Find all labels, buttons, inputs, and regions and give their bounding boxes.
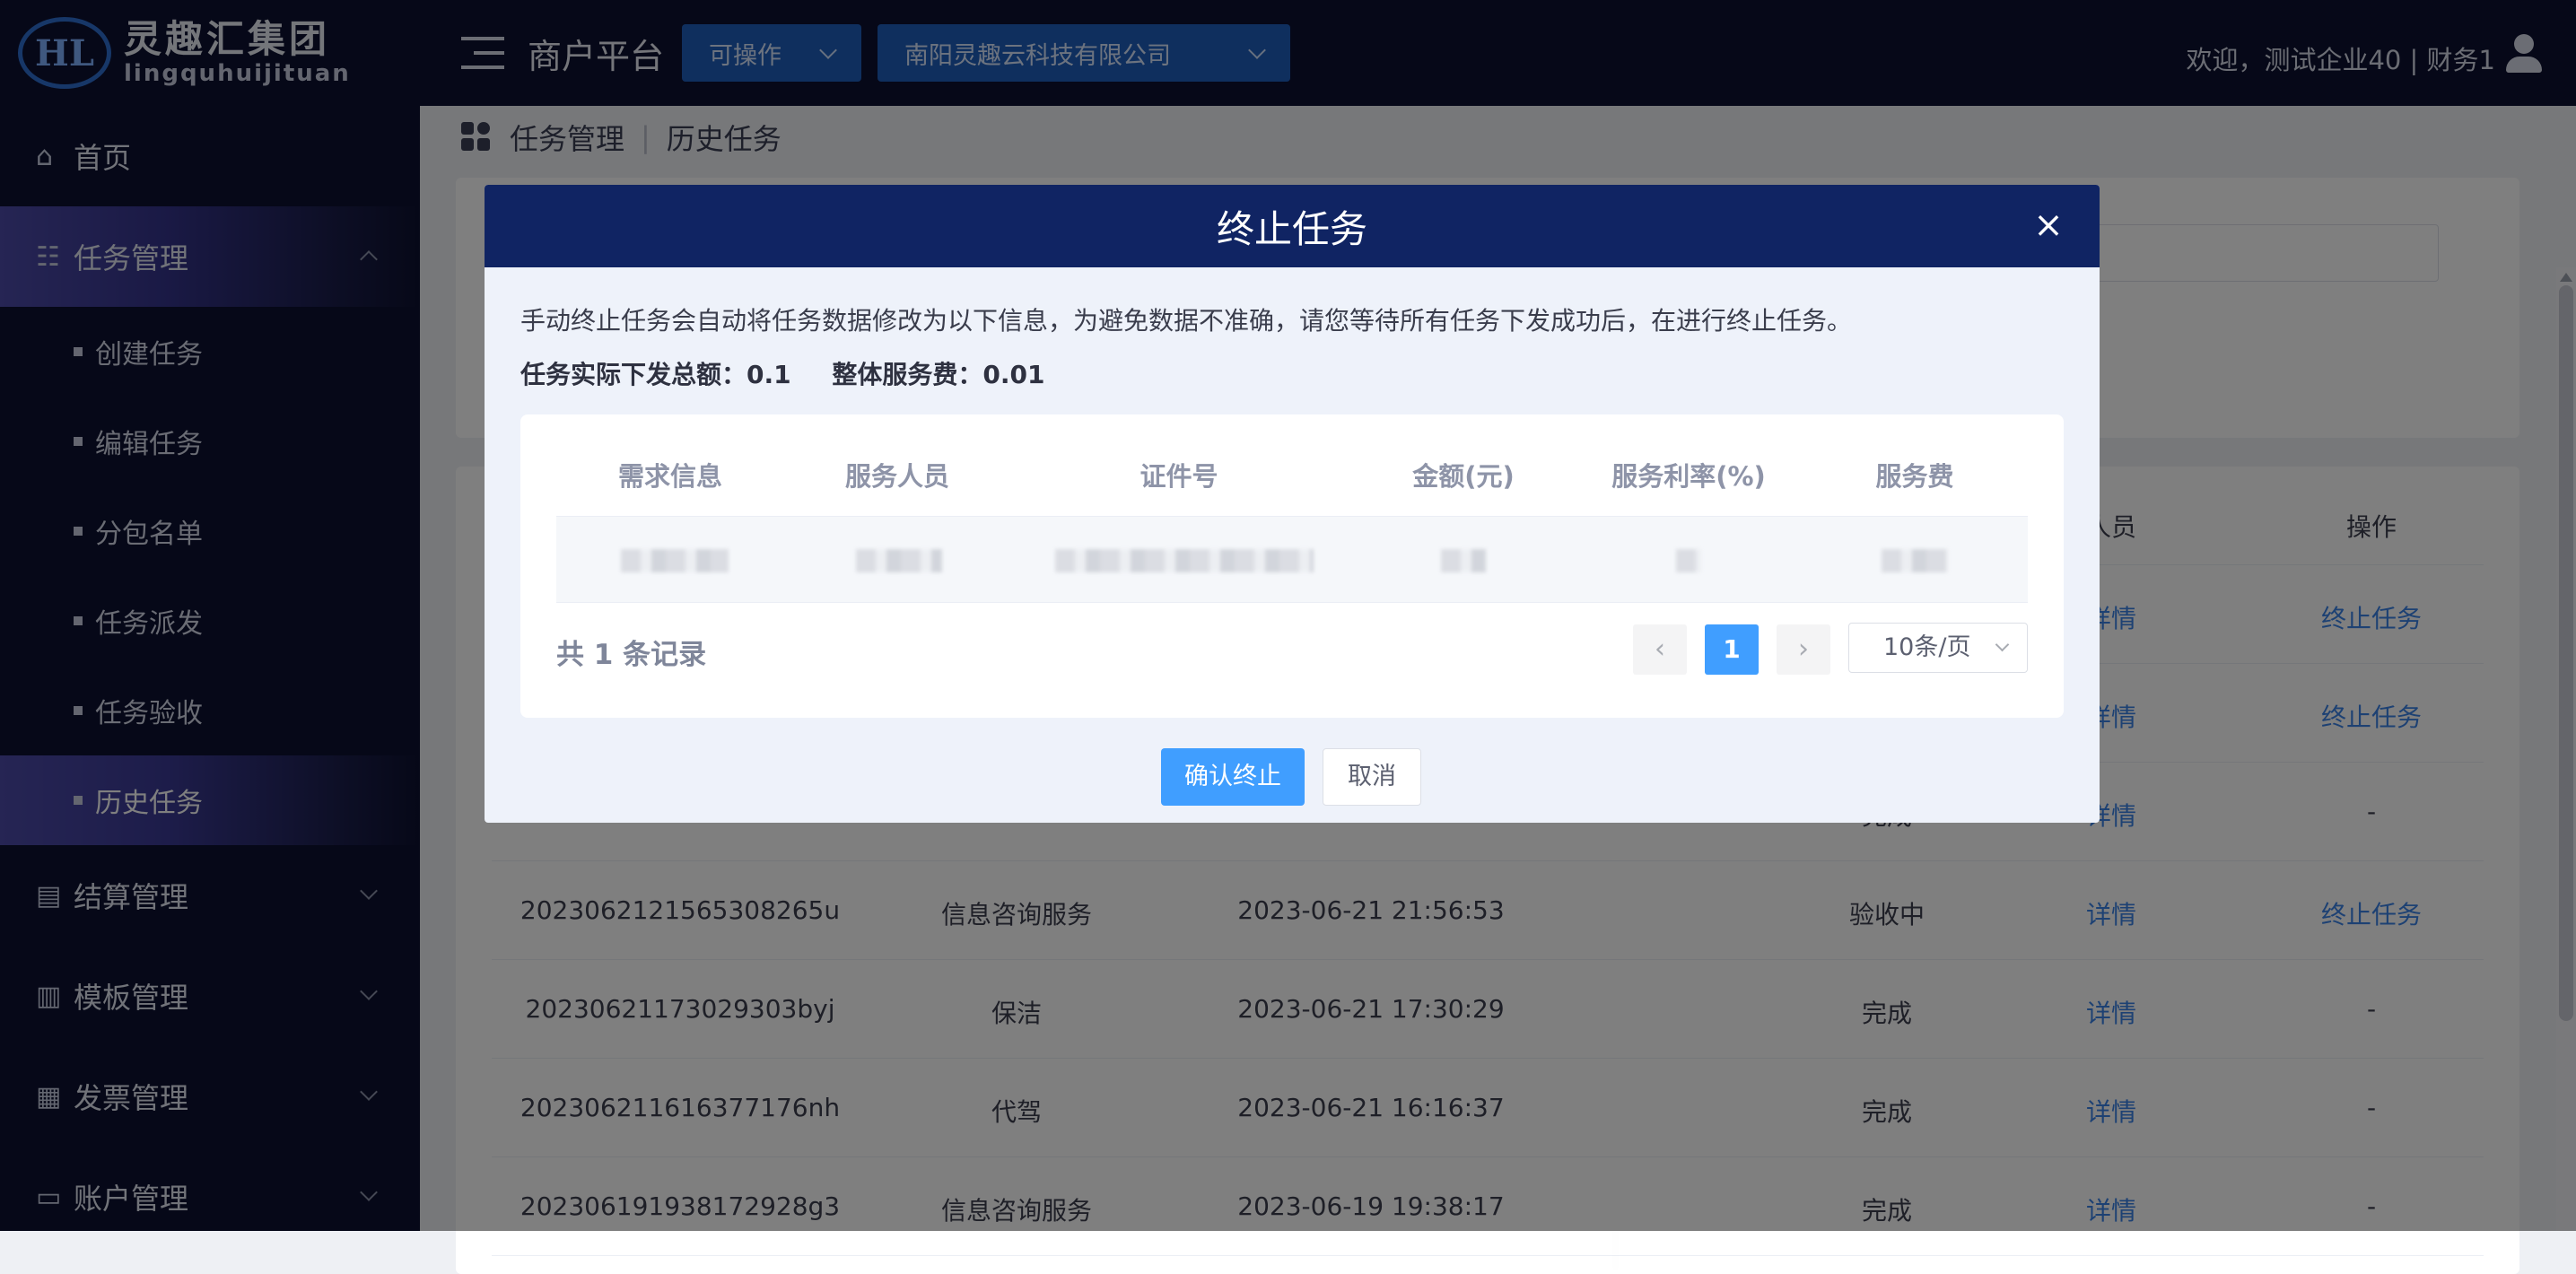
dialog-notice: 手动终止任务会自动将任务数据修改为以下信息，为避免数据不准确，请您等待所有任务下… bbox=[520, 306, 1853, 336]
page-size-select[interactable]: 10条/页 bbox=[1848, 623, 2028, 673]
dialog-summary: 任务实际下发总额：0.1 整体服务费：0.01 bbox=[520, 355, 1077, 391]
dialog-title: 终止任务 bbox=[1216, 206, 1367, 251]
dialog-table-card: 需求信息 服务人员 证件号 金额(元) 服务利率(%) 服务费 共 1 条记录 … bbox=[520, 414, 2064, 718]
confirm-terminate-button[interactable]: 确认终止 bbox=[1161, 748, 1305, 806]
dialog-header: 终止任务 × bbox=[485, 185, 2100, 267]
redacted-value bbox=[1441, 549, 1486, 572]
redacted-value bbox=[856, 549, 942, 572]
record-count: 共 1 条记录 bbox=[556, 639, 707, 671]
table-row bbox=[556, 517, 2028, 603]
redacted-value bbox=[621, 549, 729, 572]
cancel-button[interactable]: 取消 bbox=[1323, 748, 1421, 806]
redacted-value bbox=[1055, 549, 1314, 572]
next-page-button[interactable]: › bbox=[1777, 624, 1830, 675]
dialog-table-header: 需求信息 服务人员 证件号 金额(元) 服务利率(%) 服务费 bbox=[556, 414, 2028, 517]
terminate-task-dialog: 终止任务 × 手动终止任务会自动将任务数据修改为以下信息，为避免数据不准确，请您… bbox=[485, 185, 2100, 823]
close-icon[interactable]: × bbox=[2033, 207, 2064, 243]
service-fee-label: 整体服务费：0.01 bbox=[832, 360, 1045, 389]
prev-page-button[interactable]: ‹ bbox=[1633, 624, 1687, 675]
page-1-button[interactable]: 1 bbox=[1705, 624, 1759, 675]
redacted-value bbox=[1882, 549, 1948, 572]
total-amount-label: 任务实际下发总额：0.1 bbox=[520, 360, 791, 389]
chevron-down-icon bbox=[1995, 637, 2010, 652]
redacted-value bbox=[1676, 549, 1701, 572]
